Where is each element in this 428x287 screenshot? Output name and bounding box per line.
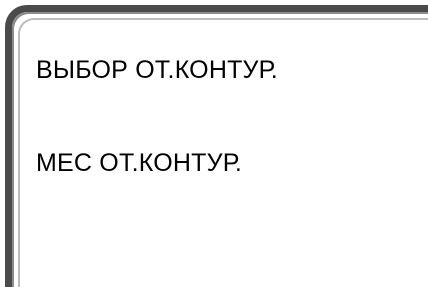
menu-line-heating-circuit-month: МЕС ОТ.КОНТУР. — [36, 149, 243, 177]
display-screen — [5, 5, 428, 287]
menu-line-heating-circuit-select: ВЫБОР ОТ.КОНТУР. — [36, 56, 278, 84]
